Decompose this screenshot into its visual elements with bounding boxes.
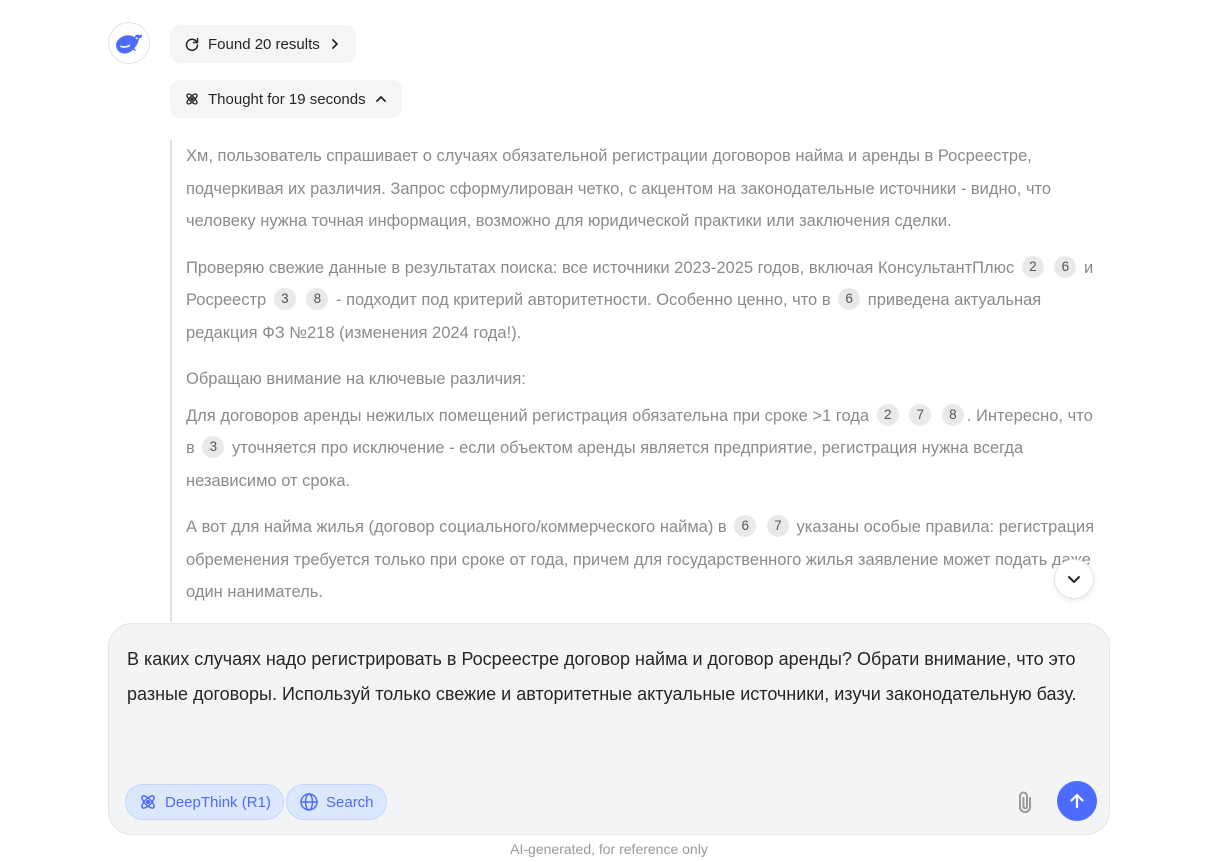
thinking-paragraph: Проверяю свежие данные в результатах пои…	[186, 252, 1105, 350]
deepthink-toggle[interactable]: DeepThink (R1)	[125, 784, 284, 820]
atom-icon	[186, 93, 198, 105]
message-input[interactable]: В каких случаях надо регистрировать в Ро…	[127, 642, 1107, 712]
search-refresh-icon	[185, 37, 199, 51]
thinking-paragraph: Хм, пользователь спрашивает о случаях об…	[186, 147, 1052, 230]
search-results-label: Found 20 results	[208, 35, 320, 53]
thinking-paragraph: А вот для найма жилья (договор социально…	[186, 511, 1105, 609]
assistant-avatar	[108, 22, 150, 64]
paperclip-icon	[1019, 791, 1031, 813]
citation-badge[interactable]: 6	[838, 288, 861, 310]
citation-badge[interactable]: 6	[734, 515, 757, 537]
citation-badge[interactable]: 8	[306, 288, 329, 310]
thinking-paragraph: Обращаю внимание на ключевые различия:	[186, 370, 526, 388]
search-label: Search	[326, 793, 374, 811]
thought-toggle[interactable]: Thought for 19 seconds	[170, 80, 402, 118]
citation-badge[interactable]: 3	[273, 288, 296, 310]
search-toggle[interactable]: Search	[286, 784, 387, 820]
scroll-to-bottom-button[interactable]	[1054, 559, 1094, 599]
citation-badge[interactable]: 2	[1021, 255, 1044, 278]
message-composer[interactable]: В каких случаях надо регистрировать в Ро…	[108, 623, 1110, 835]
thought-label: Thought for 19 seconds	[208, 90, 366, 108]
citation-badge[interactable]: 8	[941, 403, 964, 426]
citation-badge[interactable]: 7	[766, 515, 789, 537]
citation-badge[interactable]: 7	[909, 403, 932, 426]
arrow-up-icon	[1070, 793, 1084, 809]
disclaimer-note: AI-generated, for reference only	[510, 841, 708, 857]
chevron-right-icon	[331, 39, 338, 49]
chevron-down-icon	[1068, 576, 1080, 583]
citation-badge[interactable]: 3	[202, 436, 225, 458]
whale-logo-icon	[116, 34, 143, 54]
search-results-toggle[interactable]: Found 20 results	[170, 25, 356, 63]
thinking-paragraph: Для договоров аренды нежилых помещений р…	[186, 400, 1105, 498]
chat-page: Found 20 results Thought for 19 seconds …	[0, 0, 1230, 862]
chevron-up-icon	[375, 96, 386, 102]
atom-icon	[141, 795, 155, 809]
globe-icon	[300, 793, 318, 811]
attach-file-button[interactable]	[1011, 788, 1039, 816]
send-button[interactable]	[1057, 781, 1097, 821]
citation-badge[interactable]: 2	[876, 403, 899, 426]
deepthink-label: DeepThink (R1)	[165, 793, 271, 811]
citation-badge[interactable]: 6	[1054, 255, 1077, 278]
thinking-content: Хм, пользователь спрашивает о случаях об…	[170, 140, 1105, 622]
